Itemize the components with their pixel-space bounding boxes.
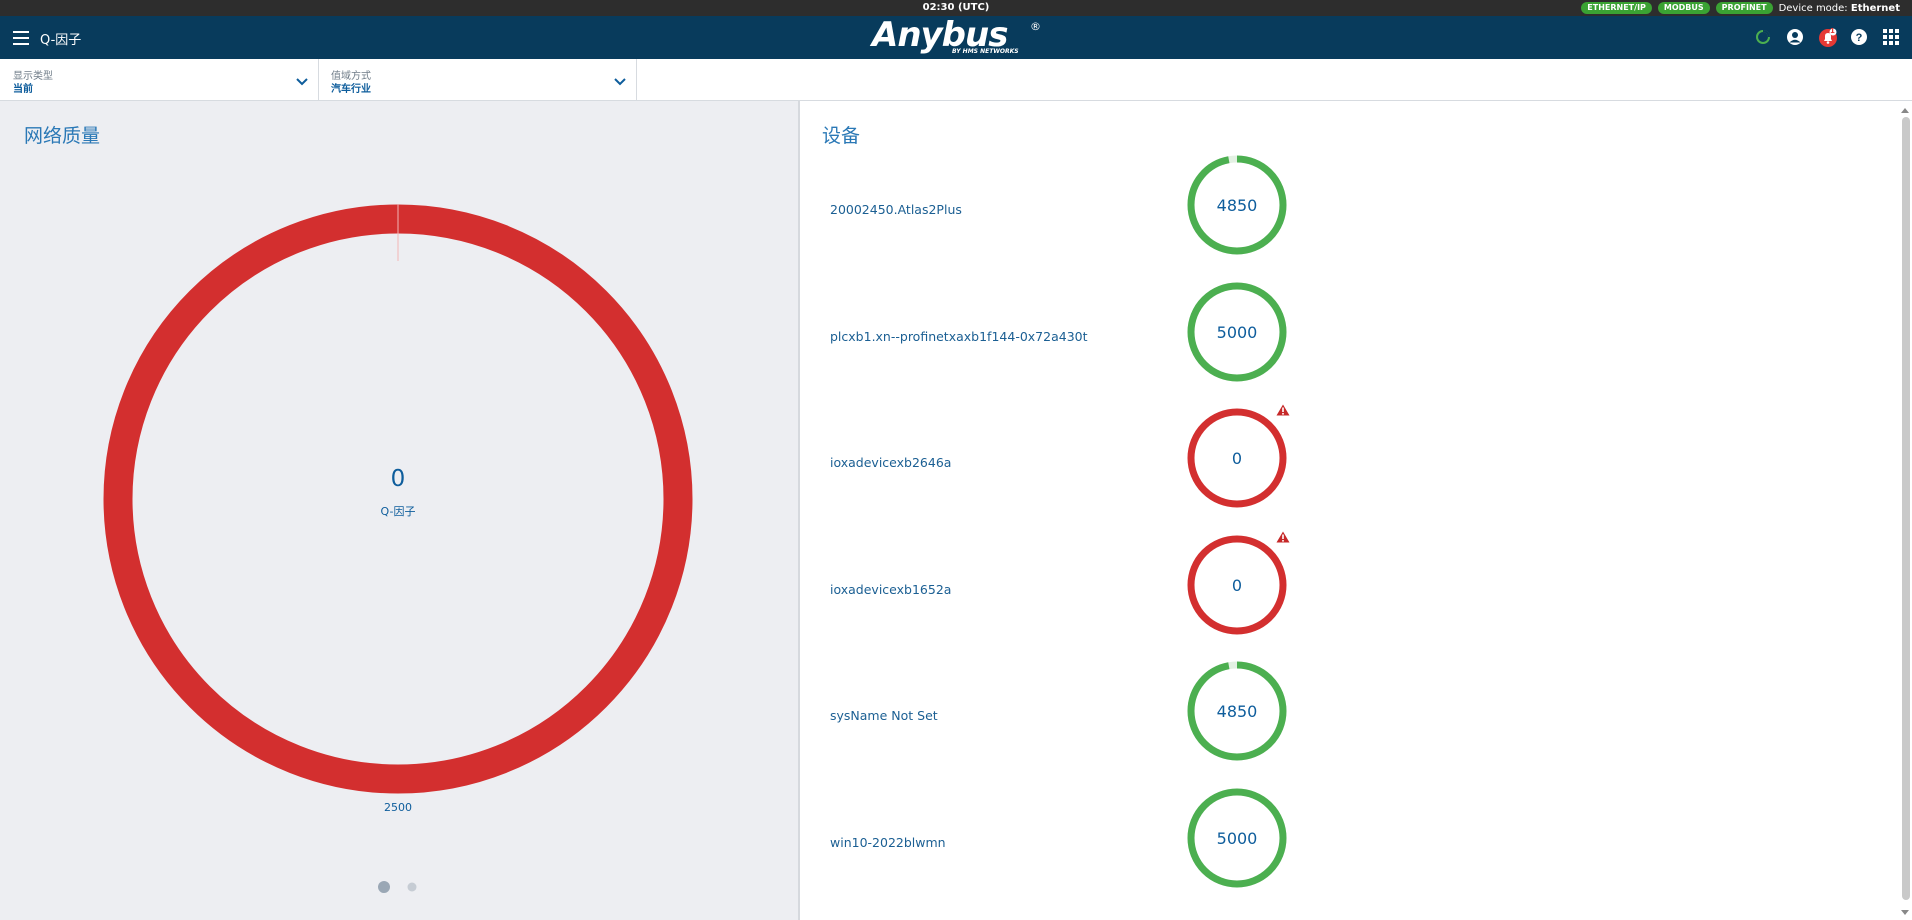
warning-icon [1276,404,1290,416]
quality-value-label: Q-因子 [381,505,416,518]
system-status-bar: 02:30 (UTC) ETHERNET/IP MODBUS PROFINET … [0,0,1912,16]
anybus-logo: Anybus ® BY HMS NETWORKS [872,18,1042,56]
display-type-select[interactable]: 显示类型 当前 [0,59,319,100]
device-quality-gauge[interactable]: 5000 [1185,786,1289,890]
device-mode: Device mode: Ethernet [1779,3,1900,14]
device-name[interactable]: ioxadevicexb1652a [830,582,951,597]
pager-dot-active[interactable] [378,881,390,893]
chevron-down-icon [296,78,308,86]
apps-grid-icon[interactable] [1882,28,1900,46]
chevron-down-icon [614,78,626,86]
hamburger-menu-icon[interactable] [13,31,29,45]
device-quality-value: 0 [1232,449,1242,468]
logo-registered-mark: ® [1030,20,1041,33]
network-quality-panel: 网络质量 0 Q-因子 2500 [0,101,800,920]
gauge-bottom-label: 2500 [384,801,412,814]
device-quality-value: 5000 [1217,323,1258,342]
svg-text:?: ? [1856,32,1863,44]
device-quality-gauge[interactable]: 4850 [1185,153,1289,257]
device-quality-gauge[interactable]: 5000 [1185,280,1289,384]
scrollbar[interactable] [1898,101,1912,920]
notification-bell-icon[interactable]: 1 [1818,27,1837,47]
logo-wordmark: Anybus [872,15,1008,55]
device-quality-value: 4850 [1217,196,1258,215]
devices-panel: 设备 20002450.Atlas2Plus 4850 plcxb1.xn--pro… [800,101,1912,920]
notification-count: 1 [1830,27,1835,35]
badge-profinet: PROFINET [1715,2,1773,14]
user-icon[interactable] [1786,28,1804,46]
scroll-up-icon[interactable] [1898,105,1912,117]
devices-title: 设备 [822,125,861,147]
device-quality-value: 4850 [1217,702,1258,721]
protocol-badges: ETHERNET/IP MODBUS PROFINET Device mode:… [1581,2,1900,14]
warning-icon [1276,531,1290,543]
threshold-mode-select[interactable]: 值域方式 汽车行业 [318,59,637,100]
network-quality-gauge: 0 Q-因子 2500 [103,204,693,893]
logo-subtitle: BY HMS NETWORKS [952,48,1019,55]
device-name[interactable]: ioxadevicexb2646a [830,455,951,470]
page-title: Q-因子 [40,33,82,48]
scroll-down-icon[interactable] [1898,906,1912,918]
badge-ethernetip: ETHERNET/IP [1581,2,1652,14]
device-quality-gauge[interactable]: 0 [1185,406,1289,510]
device-quality-value: 0 [1232,576,1242,595]
device-quality-value: 5000 [1217,829,1258,848]
display-type-value: 当前 [13,84,33,95]
quality-value: 0 [391,466,406,492]
threshold-mode-value: 汽车行业 [331,84,371,95]
device-quality-gauge[interactable]: 4850 [1185,659,1289,763]
help-icon[interactable]: ? [1850,28,1868,46]
device-mode-value: Ethernet [1850,2,1900,14]
quality-ring [103,204,693,794]
device-name[interactable]: plcxb1.xn--profinetxaxb1f144-0x72a430t [830,329,1088,344]
filter-bar: 显示类型 当前 值域方式 汽车行业 [0,59,1912,101]
device-name[interactable]: sysName Not Set [830,708,938,723]
pager-dot[interactable] [407,882,417,892]
device-quality-gauge[interactable]: 0 [1185,533,1289,637]
device-name[interactable]: 20002450.Atlas2Plus [830,202,962,217]
header-actions: 1 ? [1754,27,1900,47]
badge-modbus: MODBUS [1657,2,1710,14]
app-header: Q-因子 Anybus ® BY HMS NETWORKS 1 ? [0,16,1912,59]
status-ring-icon[interactable] [1754,28,1772,46]
device-name[interactable]: win10-2022blwmn [830,835,946,850]
scrollbar-thumb[interactable] [1902,117,1910,900]
device-mode-label: Device mode: [1778,2,1848,14]
